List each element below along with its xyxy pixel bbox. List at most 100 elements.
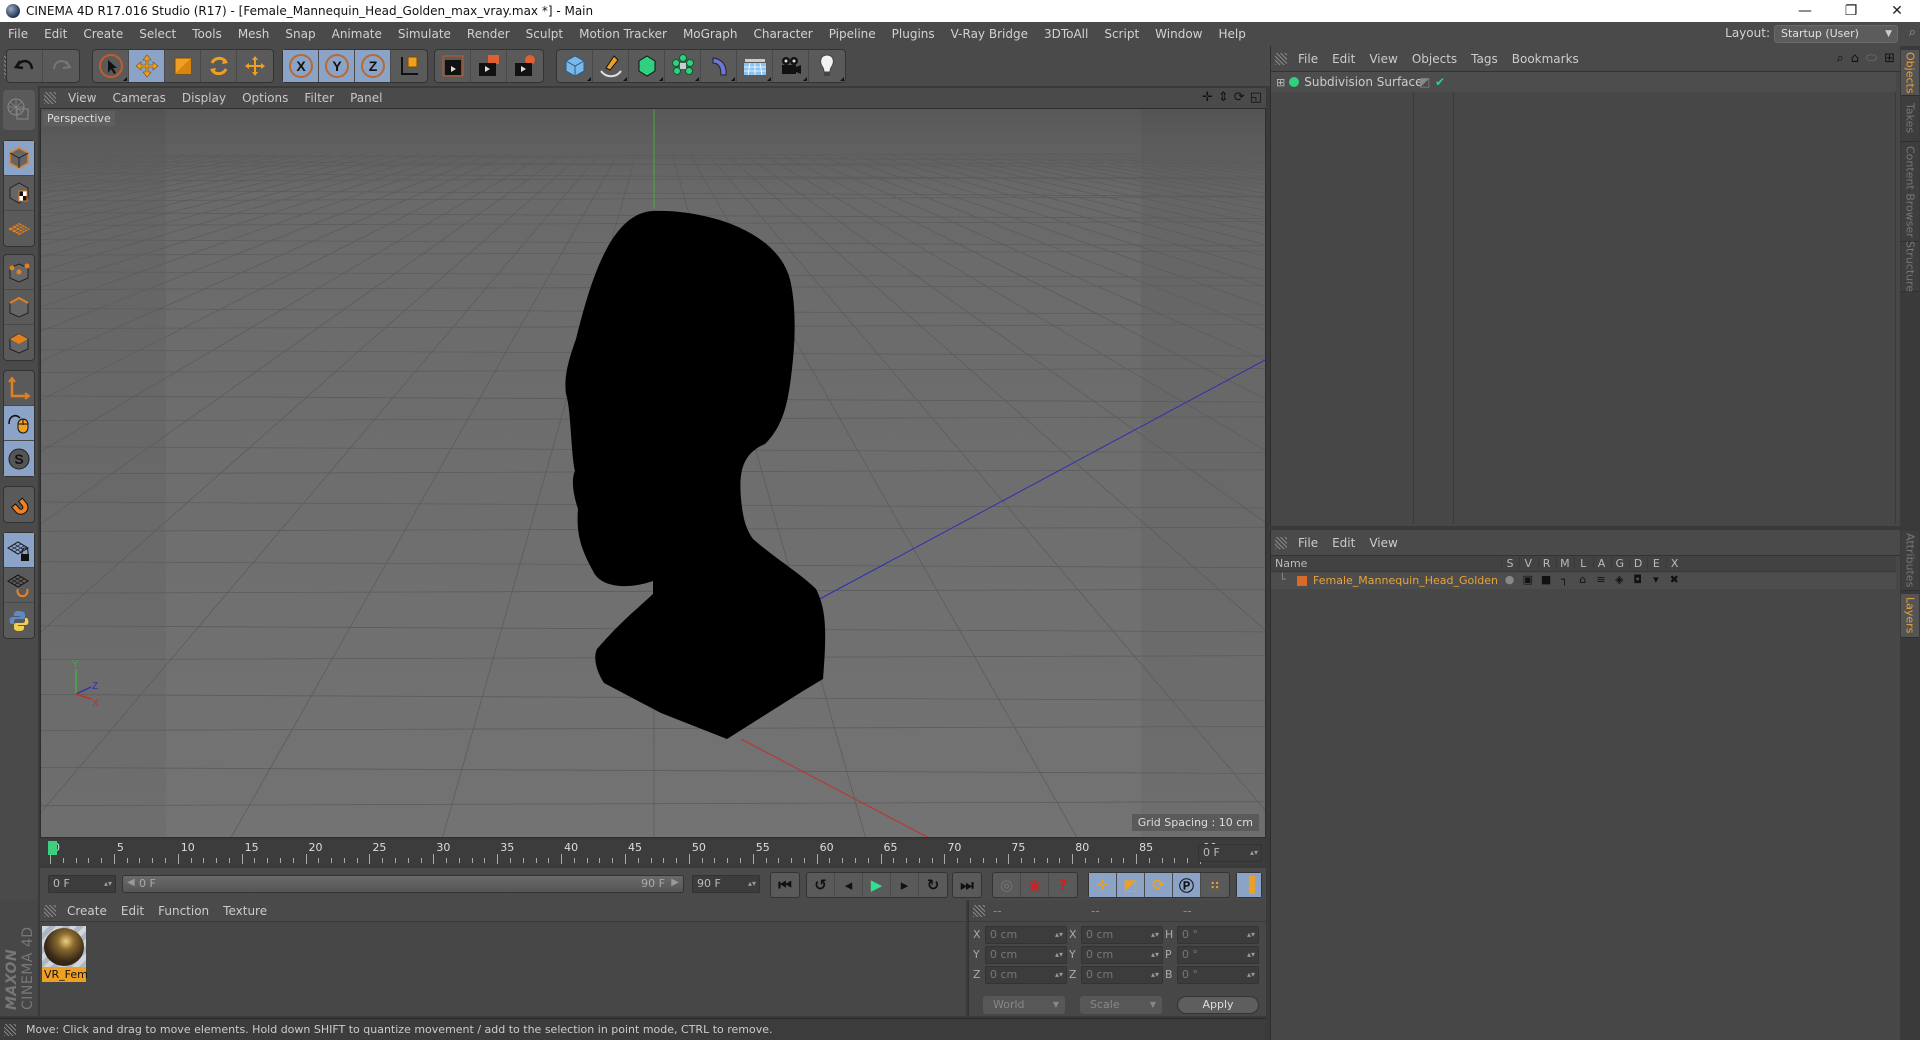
column-a[interactable]: A: [1592, 557, 1610, 570]
menu-3dtoall[interactable]: 3DToAll: [1036, 27, 1096, 41]
z-axis-button[interactable]: Z: [355, 50, 391, 82]
spinner-icon[interactable]: ▴▾: [1055, 927, 1063, 943]
layer-menu-file[interactable]: File: [1291, 536, 1325, 550]
subdivision-button[interactable]: [629, 50, 665, 82]
render-settings-button[interactable]: [507, 50, 543, 82]
menu-sculpt[interactable]: Sculpt: [518, 27, 571, 41]
deformers-icon[interactable]: ◘: [1629, 573, 1646, 586]
coordinate-system-button[interactable]: [391, 50, 427, 82]
render-icon[interactable]: ■: [1538, 573, 1555, 586]
render-view-button[interactable]: [435, 50, 471, 82]
layer-color-swatch[interactable]: [1297, 576, 1307, 586]
viewport-menu-cameras[interactable]: Cameras: [104, 91, 173, 105]
end-frame-field[interactable]: 90 F ▴▾: [692, 875, 760, 893]
menu-motion-tracker[interactable]: Motion Tracker: [571, 27, 675, 41]
eye-icon[interactable]: ⬭: [1866, 51, 1877, 66]
position-y-field[interactable]: 0 cm ▴▾: [985, 946, 1067, 964]
move-button[interactable]: [129, 50, 165, 82]
check-tag-icon[interactable]: ✔: [1435, 75, 1445, 89]
menu-create[interactable]: Create: [75, 27, 131, 41]
go-to-end-button[interactable]: ⏭: [953, 873, 981, 897]
rotate-button[interactable]: [201, 50, 237, 82]
object-grip[interactable]: [1275, 52, 1287, 65]
polygons-mode-button[interactable]: [4, 325, 34, 360]
object-menu-bookmarks[interactable]: Bookmarks: [1505, 52, 1586, 66]
material-grip[interactable]: [44, 904, 56, 917]
material-menu-function[interactable]: Function: [151, 904, 216, 918]
spinner-icon[interactable]: ▴▾: [104, 876, 112, 892]
tab-content-browser[interactable]: Content Browser: [1901, 142, 1919, 242]
texture-mode-button[interactable]: [4, 176, 34, 211]
light-button[interactable]: [809, 50, 845, 82]
recent-tool-button[interactable]: [237, 50, 273, 82]
material-menu-edit[interactable]: Edit: [114, 904, 151, 918]
tab-takes[interactable]: Takes: [1901, 96, 1919, 142]
start-frame-field[interactable]: 0 F ▴▾: [48, 875, 116, 893]
spinner-icon[interactable]: ▴▾: [1247, 947, 1255, 963]
rotation-h-field[interactable]: 0 ° ▴▾: [1177, 926, 1259, 944]
minimize-icon[interactable]: —: [1782, 0, 1828, 22]
menu-script[interactable]: Script: [1096, 27, 1147, 41]
spinner-icon[interactable]: ▴▾: [1055, 967, 1063, 983]
size-mode-select[interactable]: Scale ▼: [1080, 996, 1162, 1014]
cube-button[interactable]: [557, 50, 593, 82]
expand-icon[interactable]: ⊞: [1276, 76, 1285, 89]
spinner-icon[interactable]: ▴▾: [1247, 927, 1255, 943]
column-v[interactable]: V: [1519, 557, 1536, 570]
next-frame-button[interactable]: ▸: [891, 873, 919, 897]
tweak-mode-button[interactable]: [4, 406, 34, 441]
autokey-button[interactable]: ◉: [1021, 873, 1049, 897]
pan-icon[interactable]: ✛: [1202, 90, 1213, 105]
viewport-menu-display[interactable]: Display: [174, 91, 234, 105]
layout-select[interactable]: Startup (User) ▼: [1774, 25, 1898, 43]
cloner-button[interactable]: [665, 50, 701, 82]
manager-icon[interactable]: ┐: [1556, 573, 1573, 586]
menu-snap[interactable]: Snap: [277, 27, 323, 41]
y-axis-button[interactable]: Y: [319, 50, 355, 82]
menu-file[interactable]: File: [0, 27, 36, 41]
rotation-b-field[interactable]: 0 ° ▴▾: [1177, 966, 1259, 984]
toggle-view-icon[interactable]: ◱: [1250, 90, 1262, 105]
undo-button[interactable]: [7, 50, 43, 82]
tab-attributes[interactable]: Attributes: [1901, 531, 1919, 591]
menu-simulate[interactable]: Simulate: [390, 27, 459, 41]
column-d[interactable]: D: [1629, 557, 1646, 570]
menu-help[interactable]: Help: [1210, 27, 1253, 41]
object-menu-view[interactable]: View: [1362, 52, 1404, 66]
redo-button[interactable]: [43, 50, 79, 82]
menu-edit[interactable]: Edit: [36, 27, 75, 41]
render-picture-viewer-button[interactable]: [471, 50, 507, 82]
expressions-icon[interactable]: ▾: [1647, 573, 1664, 586]
planar-workplane-button[interactable]: [4, 568, 34, 603]
apply-button[interactable]: Apply: [1177, 996, 1259, 1014]
position-x-field[interactable]: 0 cm ▴▾: [985, 926, 1067, 944]
spinner-icon[interactable]: ▴▾: [1247, 967, 1255, 983]
visible-icon[interactable]: ▣: [1519, 573, 1536, 586]
object-row[interactable]: ⊞ Subdivision Surface ◩ ✔: [1271, 72, 1896, 92]
column-m[interactable]: M: [1555, 557, 1573, 570]
scale-button[interactable]: [165, 50, 201, 82]
size-y-field[interactable]: 0 cm ▴▾: [1081, 946, 1163, 964]
axis-mode-button[interactable]: [4, 371, 34, 406]
tab-structure[interactable]: Structure: [1901, 241, 1919, 292]
frame-range-slider[interactable]: ◀ 0 F 90 F ▶: [122, 875, 684, 893]
perspective-viewport[interactable]: Y Z X Perspective Grid Spacing : 10 cm: [40, 108, 1266, 838]
make-editable-button[interactable]: [3, 90, 33, 128]
live-selection-button[interactable]: [93, 50, 129, 82]
material-swatch[interactable]: VR_Fem: [42, 926, 88, 982]
current-frame-field[interactable]: 0 F ▴▾: [1198, 844, 1262, 862]
lock-icon[interactable]: ⌂: [1574, 573, 1591, 586]
timeline-ruler[interactable]: 051015202530354045505560657075808590 0 F…: [40, 840, 1266, 866]
object-menu-edit[interactable]: Edit: [1325, 52, 1362, 66]
search-icon[interactable]: ⌕: [1909, 25, 1916, 40]
size-x-field[interactable]: 0 cm ▴▾: [1081, 926, 1163, 944]
play-button[interactable]: ▶: [863, 873, 891, 897]
column-name[interactable]: Name: [1275, 557, 1307, 570]
workplane-mode-button[interactable]: [4, 211, 34, 246]
python-button[interactable]: [4, 603, 34, 638]
viewport-menu-filter[interactable]: Filter: [296, 91, 342, 105]
edges-mode-button[interactable]: [4, 290, 34, 325]
points-mode-button[interactable]: [4, 255, 34, 290]
spinner-icon[interactable]: ▴▾: [1055, 947, 1063, 963]
param-track-button[interactable]: Ⓟ: [1173, 873, 1201, 897]
